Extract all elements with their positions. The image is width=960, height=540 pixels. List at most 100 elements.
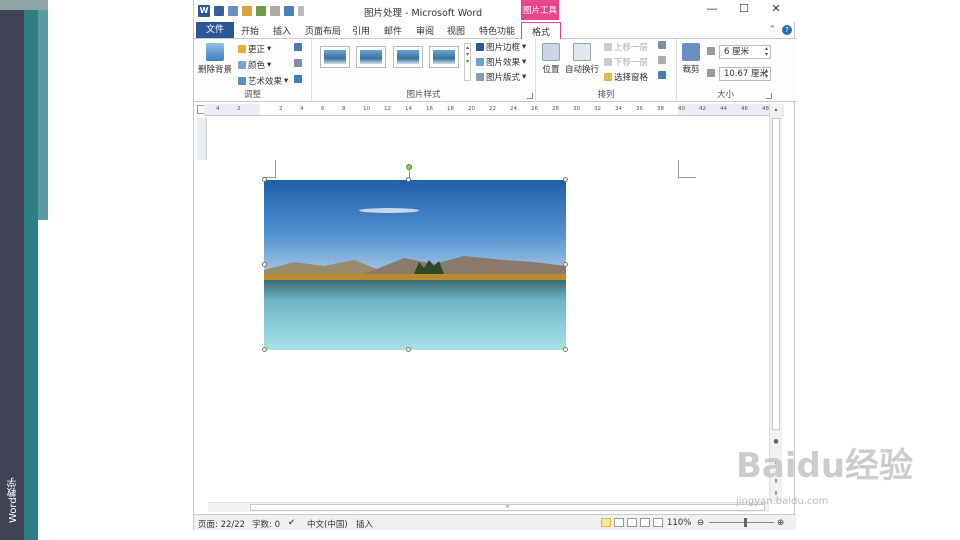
- minimize-button[interactable]: —: [696, 2, 728, 15]
- ruler-number: 16: [426, 106, 433, 112]
- width-icon: [707, 69, 715, 77]
- tab-file[interactable]: 文件: [196, 22, 234, 38]
- draft-view-button[interactable]: [653, 518, 663, 527]
- picture-style-3[interactable]: [393, 46, 423, 68]
- print-layout-view-button[interactable]: [601, 518, 611, 527]
- horizontal-scroll-thumb[interactable]: ≡: [250, 504, 765, 511]
- group-objects-icon: [658, 56, 666, 64]
- artistic-effects-button[interactable]: 艺术效果 ▾: [238, 75, 288, 87]
- reset-picture-icon: [294, 75, 302, 83]
- web-layout-view-button[interactable]: [627, 518, 637, 527]
- crop-button[interactable]: 裁剪: [680, 43, 702, 75]
- tab-view[interactable]: 视图: [447, 24, 465, 37]
- picture-border-button[interactable]: 图片边框 ▾: [476, 41, 526, 53]
- position-icon: [542, 43, 560, 61]
- resize-handle-b[interactable]: [406, 347, 411, 352]
- tab-home[interactable]: 开始: [241, 24, 259, 37]
- resize-handle-r[interactable]: [563, 262, 568, 267]
- ruler-number: 24: [510, 106, 517, 112]
- tab-mailings[interactable]: 邮件: [384, 24, 402, 37]
- wrap-text-icon: [573, 43, 591, 61]
- height-spinner[interactable]: ▴ ▾: [765, 46, 768, 58]
- tab-features[interactable]: 特色功能: [479, 24, 515, 37]
- resize-handle-br[interactable]: [563, 347, 568, 352]
- color-button[interactable]: 颜色 ▾: [238, 59, 271, 71]
- align-button[interactable]: [658, 41, 666, 49]
- picture-style-2[interactable]: [356, 46, 386, 68]
- horizontal-ruler[interactable]: 4 2 2 4 6 8 10 12 14 16 18 20 22 24 26 28 30 32 34 36 38 40 42…: [204, 104, 784, 116]
- outline-view-button[interactable]: [640, 518, 650, 527]
- resize-handle-l[interactable]: [262, 262, 267, 267]
- group-objects-button[interactable]: [658, 56, 666, 64]
- help-icon[interactable]: ?: [782, 25, 792, 35]
- resize-handle-tl[interactable]: [262, 177, 267, 182]
- undo-icon[interactable]: [228, 6, 238, 16]
- bring-forward-button[interactable]: 上移一层: [604, 41, 648, 53]
- zoom-slider[interactable]: [709, 522, 774, 523]
- close-button[interactable]: ✕: [760, 2, 792, 15]
- format-painter-icon[interactable]: [242, 6, 252, 16]
- zoom-in-button[interactable]: ⊕: [777, 518, 784, 528]
- group-size: 裁剪 6 厘米 ▴ ▾ 10.67 厘米 ▴ ▾ 大小: [677, 39, 774, 102]
- resize-handle-t[interactable]: [406, 177, 411, 182]
- compress-pictures-button[interactable]: [294, 43, 302, 51]
- maximize-button[interactable]: ☐: [728, 2, 760, 15]
- document-page[interactable]: [208, 118, 769, 502]
- new-doc-icon[interactable]: [270, 6, 280, 16]
- insert-mode[interactable]: 插入: [356, 518, 373, 530]
- margin-corner-top-right: [678, 160, 696, 178]
- change-picture-button[interactable]: [294, 59, 302, 67]
- tab-format[interactable]: 格式: [521, 22, 562, 39]
- picture-effects-icon: [476, 58, 484, 66]
- redo-icon[interactable]: [256, 6, 266, 16]
- height-field[interactable]: 6 厘米 ▴ ▾: [719, 45, 771, 59]
- zoom-slider-knob[interactable]: [743, 518, 747, 527]
- tab-references[interactable]: 引用: [352, 24, 370, 37]
- send-backward-button[interactable]: 下移一层: [604, 56, 648, 68]
- language-indicator[interactable]: 中文(中国): [307, 518, 348, 530]
- selection-pane-button[interactable]: 选择窗格: [604, 71, 648, 83]
- resize-handle-tr[interactable]: [563, 177, 568, 182]
- zoom-level[interactable]: 110%: [667, 518, 691, 528]
- customize-qat-icon[interactable]: [298, 6, 304, 16]
- group-label-size: 大小: [716, 90, 734, 100]
- vertical-ruler[interactable]: [197, 118, 207, 502]
- save-icon[interactable]: [214, 6, 224, 16]
- landscape-picture[interactable]: [264, 180, 566, 350]
- page-indicator[interactable]: 页面: 22/22: [198, 518, 245, 530]
- picture-style-1[interactable]: [320, 46, 350, 68]
- collapse-ribbon-icon[interactable]: ⌃: [768, 25, 776, 35]
- position-button[interactable]: 位置: [539, 43, 563, 75]
- tab-page-layout[interactable]: 页面布局: [305, 24, 341, 37]
- print-preview-icon[interactable]: [284, 6, 294, 16]
- picture-style-4[interactable]: [429, 46, 459, 68]
- vertical-scroll-thumb[interactable]: [772, 118, 780, 430]
- zoom-out-button[interactable]: ⊖: [697, 518, 704, 528]
- picture-effects-button[interactable]: 图片效果 ▾: [476, 56, 526, 68]
- corrections-button[interactable]: 更正 ▾: [238, 43, 271, 55]
- resize-handle-bl[interactable]: [262, 347, 267, 352]
- picture-styles-launcher[interactable]: [527, 93, 533, 99]
- ruler-number: 46: [741, 106, 748, 112]
- size-launcher[interactable]: [766, 93, 772, 99]
- horizontal-scrollbar[interactable]: ≡: [208, 502, 769, 512]
- group-label-picture-styles: 图片样式: [406, 90, 441, 100]
- styles-gallery-more[interactable]: ▴ ▾ ▾: [464, 43, 471, 81]
- scroll-up-button[interactable]: ▴: [771, 106, 781, 115]
- ruler-number: 10: [363, 106, 370, 112]
- picture-layout-button[interactable]: 图片版式 ▾: [476, 71, 526, 83]
- word-count[interactable]: 字数: 0: [252, 518, 280, 530]
- color-icon: [238, 61, 246, 69]
- group-label-adjust: 调整: [243, 90, 261, 100]
- group-picture-styles: ▴ ▾ ▾ 图片边框 ▾ 图片效果 ▾ 图片版式 ▾ 图片样式: [312, 39, 536, 102]
- width-field[interactable]: 10.67 厘米 ▴ ▾: [719, 67, 771, 81]
- reset-picture-button[interactable]: [294, 75, 302, 83]
- rotate-button[interactable]: [658, 71, 666, 79]
- tab-review[interactable]: 审阅: [416, 24, 434, 37]
- wrap-text-button[interactable]: 自动换行: [564, 43, 600, 75]
- width-spinner[interactable]: ▴ ▾: [765, 68, 768, 80]
- tab-insert[interactable]: 插入: [273, 24, 291, 37]
- proofing-icon[interactable]: ✔: [288, 518, 295, 528]
- remove-background-button[interactable]: 删除背景: [197, 43, 233, 75]
- full-screen-view-button[interactable]: [614, 518, 624, 527]
